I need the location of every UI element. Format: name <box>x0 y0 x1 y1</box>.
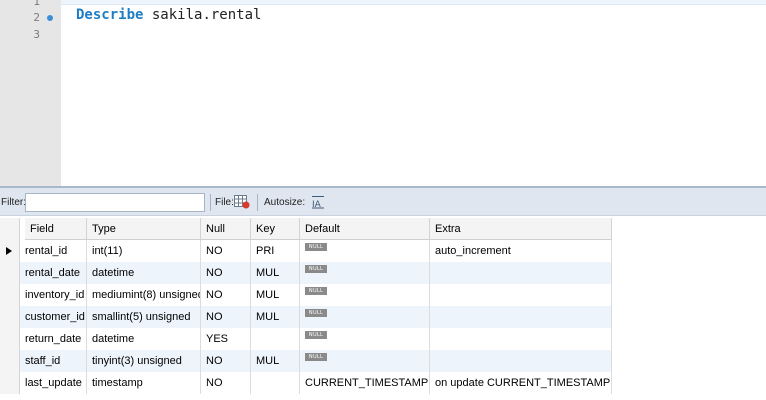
toolbar-separator <box>210 194 211 211</box>
row-header[interactable] <box>0 328 20 350</box>
line-number: 3 <box>33 28 40 41</box>
cell-extra[interactable]: auto_increment <box>430 240 612 262</box>
table-row[interactable]: return_date datetime YES NULL <box>0 328 612 350</box>
cell-key[interactable]: PRI <box>251 240 300 262</box>
cell-extra[interactable] <box>430 284 612 306</box>
cell-type[interactable]: smallint(5) unsigned <box>87 306 201 328</box>
line-number-gutter: 1 2 3 <box>0 0 60 186</box>
filter-input[interactable] <box>25 193 205 212</box>
editor-top-strip <box>61 0 766 5</box>
row-header[interactable] <box>0 240 20 262</box>
cell-key[interactable]: MUL <box>251 350 300 372</box>
statement-marker-icon <box>47 15 53 21</box>
null-badge: NULL <box>305 309 327 317</box>
cell-key[interactable]: MUL <box>251 262 300 284</box>
cell-field[interactable]: rental_id <box>20 240 87 262</box>
cell-key[interactable]: MUL <box>251 284 300 306</box>
result-grid-toolbar: Filter: File: Autosize: IA <box>0 188 766 216</box>
table-row[interactable]: last_update timestamp NO CURRENT_TIMESTA… <box>0 372 612 394</box>
gutter-line-3: 3 <box>0 25 60 44</box>
table-row[interactable]: rental_id int(11) NO PRI NULL auto_incre… <box>0 240 612 262</box>
row-header[interactable] <box>0 262 20 284</box>
sql-editor[interactable]: 1 2 3 Describe sakila.rental <box>0 0 766 186</box>
column-header-type[interactable]: Type <box>87 218 201 240</box>
null-badge: NULL <box>305 331 327 339</box>
cell-type[interactable]: timestamp <box>87 372 201 394</box>
null-badge: NULL <box>305 265 327 273</box>
filter-label: Filter: <box>1 197 26 208</box>
table-row[interactable]: inventory_id mediumint(8) unsigned NO MU… <box>0 284 612 306</box>
cell-type[interactable]: datetime <box>87 328 201 350</box>
row-header[interactable] <box>0 350 20 372</box>
sql-table-name: sakila.rental <box>151 7 262 23</box>
cell-default[interactable]: NULL <box>300 328 430 350</box>
cell-default[interactable]: NULL <box>300 350 430 372</box>
cell-key[interactable]: MUL <box>251 306 300 328</box>
cell-null[interactable]: NO <box>201 350 251 372</box>
cell-field[interactable]: last_update <box>20 372 87 394</box>
cell-type[interactable]: datetime <box>87 262 201 284</box>
cell-null[interactable]: NO <box>201 372 251 394</box>
cell-default[interactable]: NULL <box>300 262 430 284</box>
cell-null[interactable]: NO <box>201 306 251 328</box>
cell-null[interactable]: YES <box>201 328 251 350</box>
cell-default[interactable]: NULL <box>300 240 430 262</box>
cell-field[interactable]: customer_id <box>20 306 87 328</box>
file-label: File: <box>215 197 234 208</box>
cell-default[interactable]: CURRENT_TIMESTAMP <box>300 372 430 394</box>
table-row[interactable]: rental_date datetime NO MUL NULL <box>0 262 612 284</box>
row-header-corner <box>0 218 20 240</box>
cell-extra[interactable] <box>430 350 612 372</box>
row-header[interactable] <box>0 372 20 394</box>
cell-extra[interactable]: on update CURRENT_TIMESTAMP <box>430 372 612 394</box>
cell-extra[interactable] <box>430 306 612 328</box>
column-header-extra[interactable]: Extra <box>430 218 612 240</box>
column-header-key[interactable]: Key <box>251 218 300 240</box>
current-row-pointer-icon <box>6 247 12 255</box>
column-header-default[interactable]: Default <box>300 218 430 240</box>
row-header[interactable] <box>0 306 20 328</box>
sql-keyword: Describe <box>76 7 144 23</box>
column-header-null[interactable]: Null <box>201 218 251 240</box>
cell-field[interactable]: inventory_id <box>20 284 87 306</box>
table-row[interactable]: customer_id smallint(5) unsigned NO MUL … <box>0 306 612 328</box>
cell-null[interactable]: NO <box>201 262 251 284</box>
cell-null[interactable]: NO <box>201 284 251 306</box>
null-badge: NULL <box>305 243 327 251</box>
cell-key[interactable] <box>251 328 300 350</box>
cell-field[interactable]: return_date <box>20 328 87 350</box>
table-row[interactable]: staff_id tinyint(3) unsigned NO MUL NULL <box>0 350 612 372</box>
toolbar-separator <box>257 194 258 211</box>
cell-extra[interactable] <box>430 328 612 350</box>
cell-default[interactable]: NULL <box>300 284 430 306</box>
cell-type[interactable]: int(11) <box>87 240 201 262</box>
code-area[interactable]: Describe sakila.rental <box>61 0 766 186</box>
cell-field[interactable]: staff_id <box>20 350 87 372</box>
cell-field[interactable]: rental_date <box>20 262 87 284</box>
cell-key[interactable] <box>251 372 300 394</box>
cell-type[interactable]: tinyint(3) unsigned <box>87 350 201 372</box>
column-header-field[interactable]: Field <box>25 218 87 240</box>
export-grid-icon[interactable] <box>234 195 250 209</box>
autosize-label: Autosize: <box>264 197 306 208</box>
code-line-2[interactable]: Describe sakila.rental <box>76 6 261 25</box>
null-badge: NULL <box>305 353 327 361</box>
cell-type[interactable]: mediumint(8) unsigned <box>87 284 201 306</box>
null-badge: NULL <box>305 287 327 295</box>
row-header[interactable] <box>0 284 20 306</box>
cell-null[interactable]: NO <box>201 240 251 262</box>
cell-extra[interactable] <box>430 262 612 284</box>
autosize-columns-icon[interactable]: IA <box>311 195 327 210</box>
cell-default[interactable]: NULL <box>300 306 430 328</box>
grid-header-row: Field Type Null Key Default Extra <box>0 218 612 240</box>
result-grid[interactable]: Field Type Null Key Default Extra rental… <box>0 216 766 400</box>
